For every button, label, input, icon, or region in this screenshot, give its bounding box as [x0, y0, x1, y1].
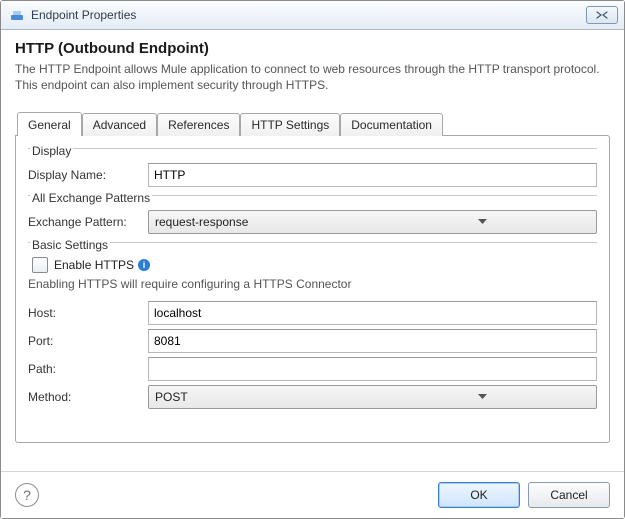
help-button[interactable]: ? [15, 483, 39, 507]
tab-advanced[interactable]: Advanced [82, 113, 157, 136]
tab-documentation[interactable]: Documentation [340, 113, 443, 136]
page-description: The HTTP Endpoint allows Mule applicatio… [15, 61, 610, 93]
tab-strip: General Advanced References HTTP Setting… [17, 111, 610, 135]
https-note: Enabling HTTPS will require configuring … [28, 277, 597, 291]
port-label: Port: [28, 334, 148, 348]
tab-general[interactable]: General [17, 112, 82, 136]
method-select[interactable]: POST [148, 385, 597, 409]
exchange-pattern-label: Exchange Pattern: [28, 215, 148, 229]
window-title: Endpoint Properties [31, 8, 586, 22]
exchange-pattern-select[interactable]: request-response [148, 210, 597, 234]
enable-https-checkbox[interactable] [32, 257, 48, 273]
cancel-button[interactable]: Cancel [528, 482, 610, 508]
chevron-down-icon [374, 394, 593, 400]
dialog-footer: ? OK Cancel [1, 471, 624, 518]
title-bar: Endpoint Properties [1, 1, 624, 30]
group-basic: Basic Settings Enable HTTPS i Enabling H… [28, 242, 597, 409]
path-input[interactable] [148, 357, 597, 381]
exchange-pattern-value: request-response [155, 215, 374, 229]
dialog-header: HTTP (Outbound Endpoint) The HTTP Endpoi… [1, 30, 624, 103]
group-exchange-legend: All Exchange Patterns [30, 191, 152, 205]
display-name-label: Display Name: [28, 168, 148, 182]
tab-references[interactable]: References [157, 113, 240, 136]
help-icon: ? [23, 487, 31, 503]
group-display-legend: Display [30, 144, 73, 158]
ok-button[interactable]: OK [438, 482, 520, 508]
display-name-input[interactable] [148, 163, 597, 187]
method-label: Method: [28, 390, 148, 404]
close-icon [596, 11, 608, 19]
page-title: HTTP (Outbound Endpoint) [15, 40, 610, 57]
chevron-down-icon [374, 219, 593, 225]
group-basic-legend: Basic Settings [30, 238, 110, 252]
group-display: Display Display Name: [28, 148, 597, 187]
host-input[interactable] [148, 301, 597, 325]
group-exchange: All Exchange Patterns Exchange Pattern: … [28, 195, 597, 234]
tab-http-settings[interactable]: HTTP Settings [240, 113, 340, 136]
port-input[interactable] [148, 329, 597, 353]
method-value: POST [155, 390, 374, 404]
tab-panel-general: Display Display Name: All Exchange Patte… [15, 135, 610, 443]
window-close-button[interactable] [586, 6, 618, 24]
enable-https-label: Enable HTTPS [54, 258, 134, 272]
app-icon [9, 7, 25, 23]
info-icon[interactable]: i [138, 259, 150, 271]
host-label: Host: [28, 306, 148, 320]
path-label: Path: [28, 362, 148, 376]
